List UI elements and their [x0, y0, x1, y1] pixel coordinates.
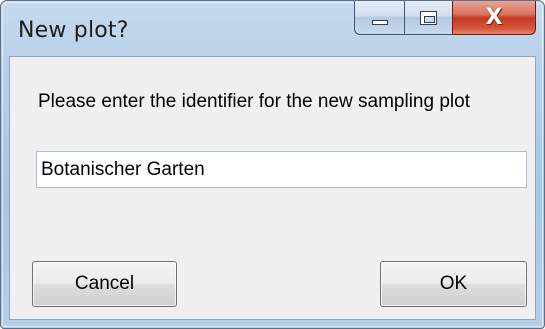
maximize-icon	[420, 10, 437, 25]
plot-identifier-input[interactable]: Botanischer Garten	[36, 151, 527, 188]
cancel-button[interactable]: Cancel	[32, 261, 177, 307]
minimize-button[interactable]	[354, 1, 404, 35]
window-title: New plot?	[18, 18, 129, 43]
close-button[interactable]: X	[452, 1, 536, 35]
ok-button[interactable]: OK	[380, 261, 527, 307]
close-icon: X	[485, 4, 503, 30]
maximize-button[interactable]	[404, 1, 452, 35]
dialog-window: New plot? X Please enter the identifier …	[0, 0, 545, 329]
prompt-label: Please enter the identifier for the new …	[38, 91, 470, 112]
minimize-icon	[371, 20, 388, 25]
dialog-content: Please enter the identifier for the new …	[9, 56, 536, 320]
caption-buttons: X	[354, 1, 536, 36]
